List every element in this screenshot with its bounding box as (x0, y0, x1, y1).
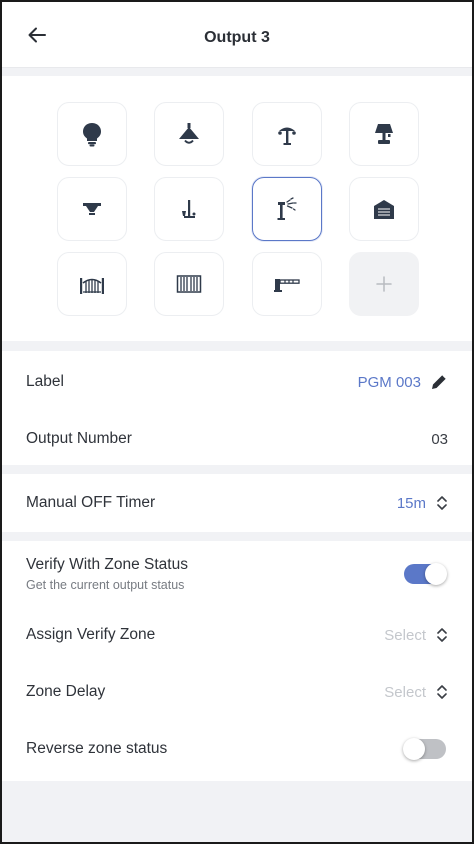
verify-toggle-wrap (404, 563, 448, 585)
label-value: PGM 003 (357, 373, 421, 391)
icon-tile-pendant-lamp[interactable] (154, 102, 224, 166)
label-row[interactable]: Label PGM 003 (2, 351, 472, 413)
barrier-icon (274, 279, 300, 292)
identity-section: Label PGM 003 Output Number 03 (2, 351, 472, 465)
assign-zone-label: Assign Verify Zone (26, 626, 156, 643)
ceiling-light-icon (83, 203, 101, 215)
icon-tile-sprinkler[interactable] (252, 177, 322, 241)
icon-tile-gate[interactable] (57, 252, 127, 316)
header-bar: Output 3 (2, 2, 472, 68)
up-down-chevron-icon (437, 628, 447, 642)
toggle-knob (425, 563, 447, 585)
up-down-chevron-icon (437, 685, 447, 699)
timer-value: 15m (396, 494, 426, 512)
output-number-value: 03 (431, 430, 448, 448)
icon-tile-garage-door[interactable] (349, 177, 419, 241)
icon-tile-bulb[interactable] (57, 102, 127, 166)
assign-zone-select[interactable]: Select (384, 626, 448, 644)
verify-sublabel: Get the current output status (26, 578, 185, 592)
reverse-toggle[interactable] (403, 738, 446, 760)
assign-zone-row[interactable]: Assign Verify Zone Select (2, 607, 472, 663)
add-icon-button[interactable] (349, 252, 419, 316)
verify-label: Verify With Zone Status (26, 556, 188, 573)
floor-lamp-icon (182, 200, 196, 218)
icon-tile-ceiling-light[interactable] (57, 177, 127, 241)
zone-delay-label: Zone Delay (26, 683, 106, 700)
icon-tile-table-lamp[interactable] (349, 102, 419, 166)
icon-tile-barrier[interactable] (252, 252, 322, 316)
verify-section: Verify With Zone Status Get the current … (2, 541, 472, 781)
icon-tile-garden-lamp[interactable] (252, 102, 322, 166)
add-icon (376, 276, 392, 292)
garage-door-icon (374, 200, 394, 219)
toggle-knob (403, 738, 425, 760)
output-number-label: Output Number (26, 430, 132, 447)
icon-tile-shutter[interactable] (154, 252, 224, 316)
icon-picker-panel (2, 76, 472, 341)
zone-delay-select[interactable]: Select (384, 683, 448, 701)
label-row-label: Label (26, 373, 64, 390)
icon-tile-floor-lamp[interactable] (154, 177, 224, 241)
timer-label: Manual OFF Timer (26, 494, 156, 511)
bulb-icon (83, 123, 101, 147)
timer-row[interactable]: Manual OFF Timer 15m (2, 474, 472, 532)
zone-delay-value: Select (384, 683, 426, 701)
reverse-toggle-wrap (403, 738, 448, 760)
label-row-value-group[interactable]: PGM 003 (358, 373, 448, 391)
pendant-lamp-icon (179, 123, 199, 144)
timer-section: Manual OFF Timer 15m (2, 474, 472, 532)
sprinkler-icon (277, 197, 297, 220)
verify-toggle[interactable] (404, 563, 447, 585)
table-lamp-icon (375, 124, 393, 144)
output-number-row: Output Number 03 (2, 413, 472, 465)
verify-text: Verify With Zone Status Get the current … (26, 556, 188, 592)
up-down-chevron-icon (437, 496, 447, 510)
verify-row: Verify With Zone Status Get the current … (2, 541, 472, 607)
reverse-label: Reverse zone status (26, 740, 168, 757)
gate-icon (80, 278, 104, 294)
zone-delay-row[interactable]: Zone Delay Select (2, 663, 472, 721)
page-title: Output 3 (204, 29, 270, 46)
app-frame: Output 3 Label PGM 003 Output Number 03 … (0, 0, 474, 844)
shutter-icon (176, 275, 202, 293)
reverse-row: Reverse zone status (2, 721, 472, 777)
garden-lamp-icon (278, 127, 296, 145)
assign-zone-value: Select (384, 626, 426, 644)
timer-value-group[interactable]: 15m (397, 494, 448, 512)
pencil-icon[interactable] (430, 373, 448, 391)
